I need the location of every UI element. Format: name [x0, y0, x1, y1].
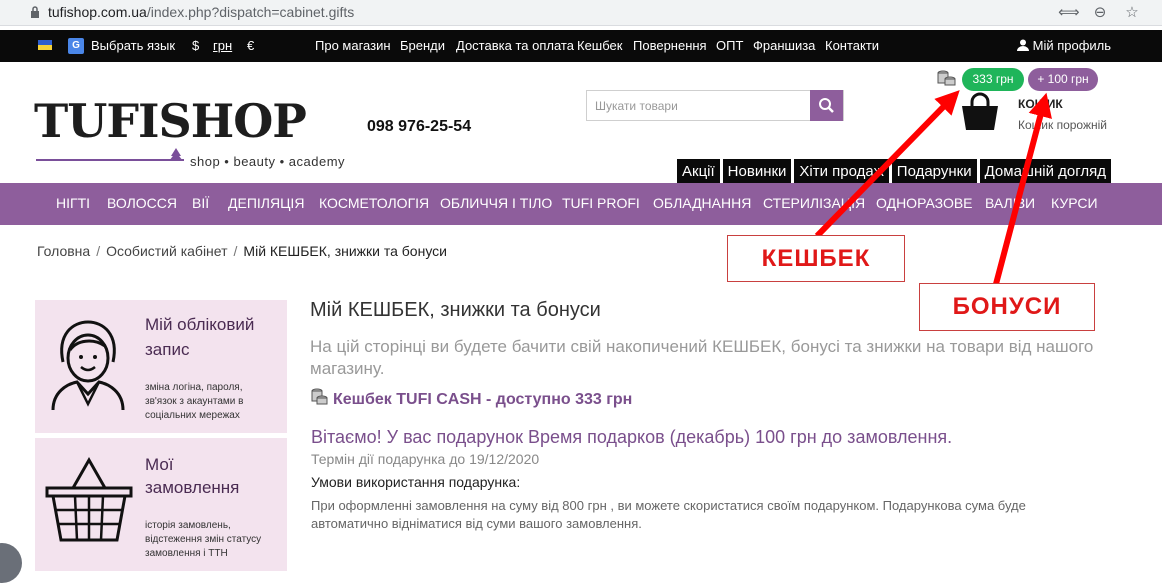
tab-promotions[interactable]: Акції [677, 159, 720, 184]
menu-item-tufi-profi[interactable]: TUFI PROFI [562, 195, 640, 211]
menu-item-lashes[interactable]: ВІЇ [192, 195, 209, 211]
conditions-title: Умови використання подарунка: [311, 474, 521, 490]
orders-card-desc-1: історія замовлень, [145, 520, 231, 531]
orders-card-desc-2: відстеження змін статусу [145, 534, 262, 545]
tab-new[interactable]: Новинки [722, 159, 792, 184]
coins-icon [311, 388, 328, 405]
bonus-badge[interactable]: + 100 грн [1028, 68, 1098, 91]
gift-message: Вітаємо! У вас подарунок Время подарков … [311, 427, 953, 447]
menu-item-disposable[interactable]: ОДНОРАЗОВЕ [876, 195, 973, 211]
phone-number[interactable]: 098 976-25-54 [367, 118, 471, 136]
breadcrumb-separator: / [96, 243, 101, 259]
google-translate-icon[interactable]: G [68, 38, 84, 54]
menu-item-cosmetology[interactable]: КОСМЕТОЛОГІЯ [319, 195, 429, 211]
nav-link-brands[interactable]: Бренди [400, 38, 445, 53]
orders-card-desc-3: замовлення і ТТН [145, 548, 228, 559]
category-tabs: Акції Новинки Хіти продаж Подарунки Дома… [677, 159, 1114, 184]
orders-card[interactable]: Мої замовлення історія замовлень, відсте… [35, 438, 287, 571]
nav-link-delivery[interactable]: Доставка та оплата [456, 38, 574, 53]
tab-bestsellers[interactable]: Хіти продаж [794, 159, 889, 184]
user-icon [1017, 39, 1029, 51]
nav-link-about[interactable]: Про магазин [315, 38, 391, 53]
logo-underline [36, 159, 184, 161]
menu-item-equipment[interactable]: ОБЛАДНАННЯ [653, 195, 751, 211]
page-title: Мій КЕШБЕК, знижки та бонуси [310, 299, 601, 321]
cashback-annotation-label: КЕШБЕК [727, 235, 905, 282]
basket-icon [45, 456, 133, 542]
account-card-desc-2: зв'язок з акаунтами в [145, 396, 244, 407]
logo-wordmark: TUFISHOP [34, 94, 307, 148]
account-card-title-1: Мій обліковий [145, 315, 255, 334]
menu-item-hair[interactable]: ВОЛОССЯ [107, 195, 177, 211]
christmas-tree-icon [169, 148, 183, 161]
lock-icon [31, 6, 39, 18]
nav-link-cashback[interactable]: Кешбек [577, 38, 622, 53]
search-icon [819, 98, 834, 113]
breadcrumb-separator: / [233, 243, 238, 259]
bonus-annotation-label: БОНУСИ [919, 283, 1095, 331]
search-button[interactable] [810, 90, 843, 121]
menu-item-nails[interactable]: НІГТІ [56, 195, 90, 211]
breadcrumb-current: Мій КЕШБЕК, знижки та бонуси [243, 243, 447, 259]
nav-link-wholesale[interactable]: ОПТ [716, 38, 743, 53]
cart-title[interactable]: КОШИК [1018, 97, 1063, 111]
search-input[interactable] [587, 91, 811, 120]
currency-usd[interactable]: $ [192, 38, 199, 53]
breadcrumb: Головна / Особистий кабінет / Мій КЕШБЕК, зн… [37, 243, 447, 259]
account-card[interactable]: Мій обліковий запис зміна логіна, пароля… [35, 300, 287, 433]
tab-home-care[interactable]: Домашній догляд [979, 159, 1111, 184]
conditions-text: При оформленні замовлення на суму від 80… [311, 498, 1026, 531]
nav-link-contacts[interactable]: Контакти [825, 38, 879, 53]
menu-item-courses[interactable]: КУРСИ [1051, 195, 1098, 211]
search-box [586, 90, 844, 121]
main-menu: НІГТІ ВОЛОССЯ ВІЇ ДЕПІЛЯЦІЯ КОСМЕТОЛОГІЯ… [0, 183, 1162, 225]
gift-term: Термін дії подарунка до 19/12/2020 [311, 451, 540, 467]
url-text[interactable]: tufishop.com.ua/index.php?dispatch=cabin… [48, 4, 354, 20]
site-logo[interactable]: TUFISHOP shop • beauty • academy [34, 96, 354, 172]
translate-icon[interactable]: ⟺ [1058, 3, 1080, 23]
zoom-icon[interactable]: ⊖ [1090, 3, 1110, 23]
tab-gifts[interactable]: Подарунки [891, 159, 977, 184]
currency-eur[interactable]: € [247, 38, 254, 53]
account-card-desc-3: соціальних мережах [145, 410, 240, 421]
orders-card-title-1: Мої [145, 455, 174, 474]
profile-label: Мій профиль [1032, 38, 1112, 53]
menu-item-sterilization[interactable]: СТЕРИЛІЗАЦІЯ [763, 195, 865, 211]
coins-icon [937, 70, 956, 86]
currency-uah[interactable]: грн [213, 38, 232, 53]
menu-item-depilation[interactable]: ДЕПІЛЯЦІЯ [228, 195, 304, 211]
nav-link-franchise[interactable]: Франшиза [753, 38, 815, 53]
account-card-desc-1: зміна логіна, пароля, [145, 382, 243, 393]
nav-link-returns[interactable]: Повернення [633, 38, 707, 53]
menu-item-face-body[interactable]: ОБЛИЧЧЯ І ТІЛО [440, 195, 552, 211]
orders-card-title-2: замовлення [145, 478, 240, 497]
top-bar: G Выбрать язык $ грн € Про магазин Бренд… [0, 30, 1162, 62]
page-intro: На цій сторінці ви будете бачити свій на… [310, 337, 1094, 378]
profile-link[interactable]: Мій профиль [1017, 38, 1111, 53]
chat-widget-button[interactable] [0, 543, 22, 583]
account-card-title-2: запис [145, 340, 190, 359]
language-select[interactable]: Выбрать язык [91, 38, 175, 53]
user-avatar-icon [51, 320, 125, 411]
cart-status: Кошик порожній [1018, 118, 1107, 132]
cashback-balance: Кешбек TUFI CASH - доступно 333 грн [333, 391, 633, 408]
ukraine-flag-icon[interactable] [38, 40, 52, 50]
browser-address-bar[interactable]: tufishop.com.ua/index.php?dispatch=cabin… [0, 0, 1162, 26]
logo-tagline: shop • beauty • academy [190, 154, 346, 169]
cashback-badge[interactable]: 333 грн [962, 68, 1024, 91]
bookmark-star-icon[interactable]: ☆ [1122, 3, 1142, 23]
menu-item-cases[interactable]: ВАЛІЗИ [985, 195, 1035, 211]
breadcrumb-cabinet[interactable]: Особистий кабінет [106, 243, 227, 259]
shopping-bag-icon[interactable] [960, 92, 1000, 132]
breadcrumb-home[interactable]: Головна [37, 243, 90, 259]
